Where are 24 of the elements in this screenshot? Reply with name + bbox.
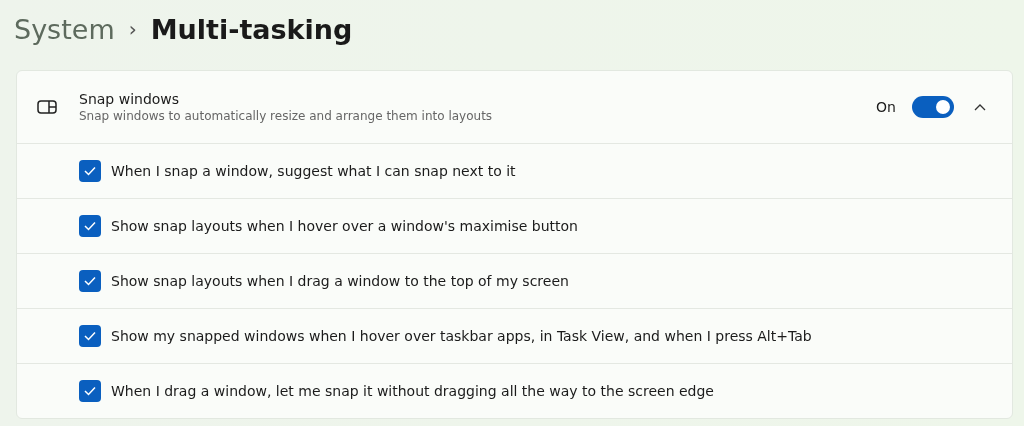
checkmark-icon <box>84 166 96 176</box>
checkmark-icon <box>84 221 96 231</box>
checkmark-icon <box>84 331 96 341</box>
checkbox[interactable] <box>79 215 101 237</box>
snap-layout-icon <box>37 100 57 114</box>
checkbox-label: When I snap a window, suggest what I can snap next to it <box>111 163 516 179</box>
checkbox-label: Show my snapped windows when I hover over taskbar apps, in Task View, and when I press Alt+Tab <box>111 328 812 344</box>
checkbox[interactable] <box>79 380 101 402</box>
checkbox-label: Show snap layouts when I drag a window to the top of my screen <box>111 273 569 289</box>
checkbox[interactable] <box>79 160 101 182</box>
page-title: Multi-tasking <box>150 13 353 45</box>
breadcrumb-link[interactable]: System <box>14 13 115 45</box>
checkbox-label: Show snap layouts when I hover over a window's maximise button <box>111 218 578 234</box>
checkbox-label: When I drag a window, let me snap it without dragging all the way to the screen edge <box>111 383 714 399</box>
checkmark-icon <box>84 386 96 396</box>
chevron-icon: › <box>128 17 137 41</box>
checkmark-icon <box>84 276 96 286</box>
setting-title: Snap windows <box>79 91 181 107</box>
chevron-icon[interactable] <box>974 103 986 111</box>
toggle-state-label: On <box>876 99 896 115</box>
setting-description: Snap windows to automatically resize and arrange them into layouts <box>79 109 494 123</box>
checkbox[interactable] <box>79 270 101 292</box>
checkbox[interactable] <box>79 325 101 347</box>
toggle-switch[interactable] <box>912 96 954 118</box>
